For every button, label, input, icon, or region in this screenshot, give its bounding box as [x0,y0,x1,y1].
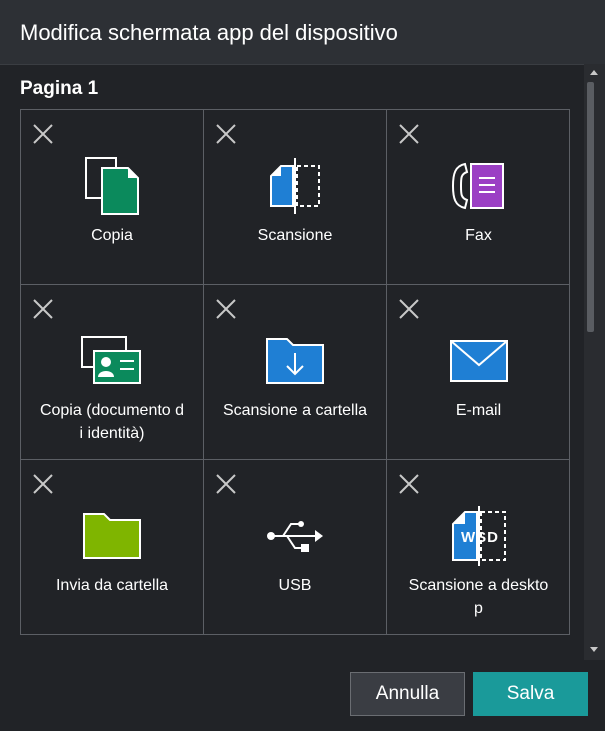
scrollbar[interactable] [584,64,605,660]
app-grid: Copia Scansione Fax Copia (documento d i… [20,109,570,635]
close-icon[interactable] [397,297,421,321]
app-tile-send-from-folder[interactable]: Invia da cartella [21,460,204,635]
send-from-folder-icon [83,513,141,559]
app-tile-scan[interactable]: Scansione [204,110,387,285]
scan-to-desktop-icon: WSD [451,506,506,566]
close-icon[interactable] [31,297,55,321]
scroll-down-icon[interactable] [590,647,598,652]
dialog-title: Modifica schermata app del dispositivo [20,20,398,45]
app-tile-email[interactable]: E-mail [387,285,570,460]
wsd-text: WSD [461,529,499,546]
app-label: Copia [91,227,133,244]
app-tile-scan-to-desktop[interactable]: WSD Scansione a deskto p [387,460,570,635]
app-label: Scansione a cartella [222,402,368,419]
dialog-footer: Annulla Salva [0,660,605,731]
app-tile-copy[interactable]: Copia [21,110,204,285]
app-label: Fax [465,227,492,244]
close-icon[interactable] [397,472,421,496]
close-icon[interactable] [397,122,421,146]
scroll-up-icon[interactable] [590,70,598,75]
app-tile-fax[interactable]: Fax [387,110,570,285]
page-label: Pagina 1 [20,78,99,99]
save-button[interactable]: Salva [473,672,588,716]
app-tile-id-copy[interactable]: Copia (documento d i identità) [21,285,204,460]
edit-apps-dialog: Modifica schermata app del dispositivo P… [0,0,605,731]
app-tile-usb[interactable]: USB [204,460,387,635]
id-copy-icon [81,336,141,384]
close-icon[interactable] [214,297,238,321]
close-icon[interactable] [214,472,238,496]
close-icon[interactable] [31,122,55,146]
app-label: Scansione a deskto p [408,577,549,617]
dialog-titlebar: Modifica schermata app del dispositivo [0,0,605,65]
app-label: Copia (documento d i identità) [39,402,185,442]
app-label: E-mail [455,402,502,419]
email-icon [449,340,508,382]
app-tile-scan-to-folder[interactable]: Scansione a cartella [204,285,387,460]
app-label: Scansione [257,227,333,244]
copy-icon [85,157,139,215]
app-label: Invia da cartella [55,577,169,594]
scan-icon [270,158,320,214]
scrollbar-thumb[interactable] [587,82,594,332]
fax-icon [451,162,504,210]
app-label: USB [278,577,312,594]
close-icon[interactable] [31,472,55,496]
cancel-button[interactable]: Annulla [350,672,465,716]
usb-icon [267,521,323,552]
scan-to-folder-icon [266,338,324,384]
close-icon[interactable] [214,122,238,146]
